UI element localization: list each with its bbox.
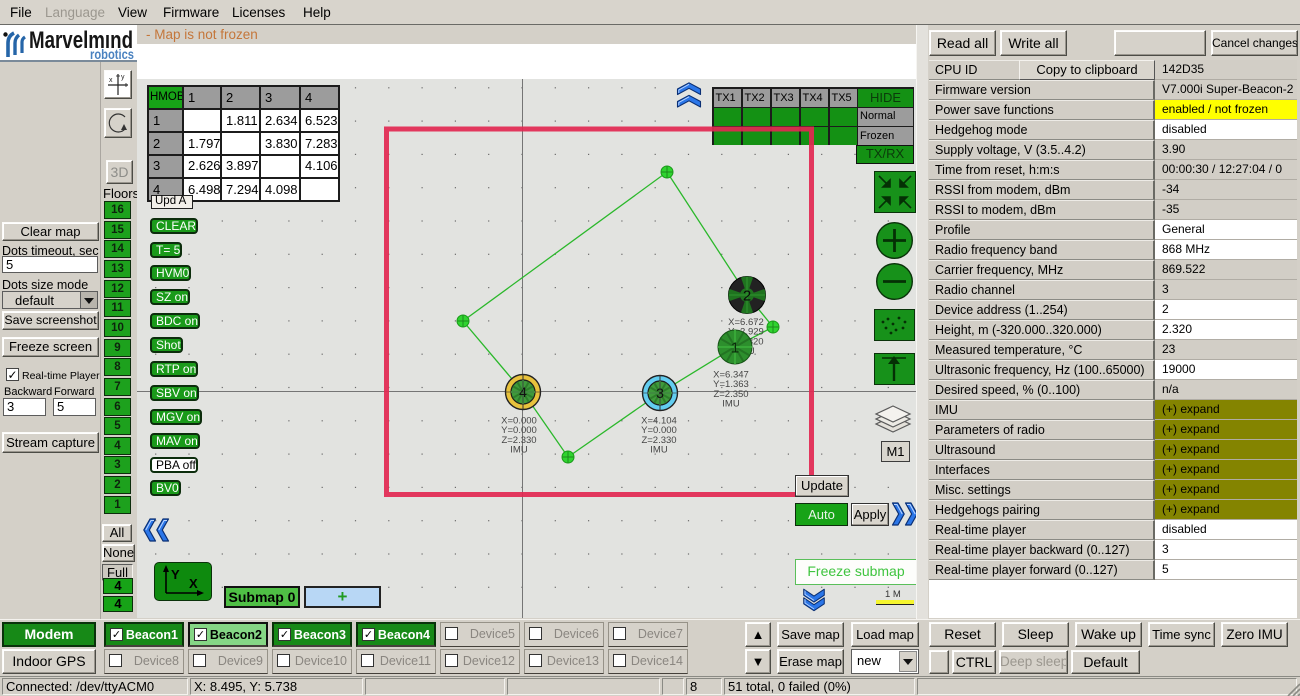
svg-text:robotics: robotics (90, 47, 134, 60)
svg-text:x: x (109, 77, 113, 84)
svg-text:y: y (121, 74, 125, 81)
svg-text:Y: Y (171, 567, 180, 582)
svg-text:X: X (189, 576, 198, 591)
